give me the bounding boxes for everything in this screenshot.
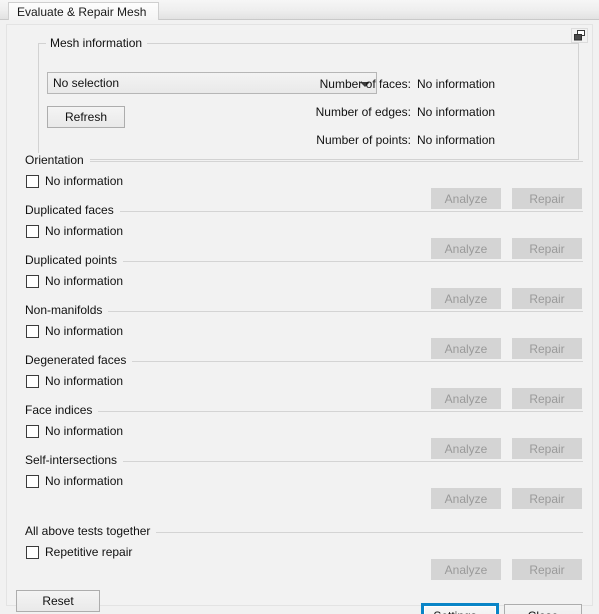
stat-faces-value: No information	[417, 77, 496, 91]
checkbox-box-icon[interactable]	[26, 174, 39, 188]
analyze-button[interactable]: Analyze	[431, 288, 501, 309]
repair-button[interactable]: Repair	[512, 188, 582, 209]
stat-faces-label: Number of faces:	[319, 77, 411, 91]
titlebar: Evaluate & Repair Mesh	[0, 0, 599, 20]
settings-button-label: Settings...	[433, 609, 486, 614]
test-checkbox-label: No information	[45, 474, 124, 488]
test-checkbox-label: No information	[45, 274, 124, 288]
test-checkbox[interactable]: No information	[26, 374, 123, 388]
repair-button-label: Repair	[529, 391, 565, 406]
repair-button[interactable]: Repair	[512, 238, 582, 259]
repair-button[interactable]: Repair	[512, 388, 582, 409]
repair-button-label: Repair	[529, 291, 565, 306]
analyze-button[interactable]: Analyze	[431, 388, 501, 409]
analyze-button-label: Analyze	[444, 291, 488, 306]
repair-button[interactable]: Repair	[512, 288, 582, 309]
refresh-button[interactable]: Refresh	[47, 106, 125, 128]
checkbox-box-icon[interactable]	[26, 545, 39, 559]
repair-button-label: Repair	[529, 562, 565, 577]
evaluate-repair-mesh-panel: Evaluate & Repair Mesh Mesh information …	[0, 0, 599, 614]
analyze-button[interactable]: Analyze	[431, 238, 501, 259]
section-title: All above tests together	[25, 524, 157, 538]
repair-button-label: Repair	[529, 441, 565, 456]
test-checkbox-label: No information	[45, 174, 124, 188]
test-checkbox[interactable]: No information	[26, 224, 123, 238]
analyze-button[interactable]: Analyze	[431, 559, 501, 580]
section-title: Orientation	[25, 153, 90, 167]
reset-button[interactable]: Reset	[16, 590, 100, 612]
test-checkbox[interactable]: Repetitive repair	[26, 545, 132, 559]
reset-button-label: Reset	[42, 594, 74, 608]
checkbox-box-icon[interactable]	[26, 424, 39, 438]
repair-button-label: Repair	[529, 341, 565, 356]
analyze-button[interactable]: Analyze	[431, 188, 501, 209]
test-checkbox-label: No information	[45, 374, 124, 388]
mesh-information-title: Mesh information	[46, 36, 148, 50]
close-button[interactable]: Close	[504, 604, 582, 614]
section-title: Degenerated faces	[25, 353, 133, 367]
close-button-label: Close	[528, 609, 559, 614]
analyze-button-label: Analyze	[444, 241, 488, 256]
test-checkbox[interactable]: No information	[26, 474, 123, 488]
panel-title-label: Evaluate & Repair Mesh	[17, 5, 147, 19]
section-title: Duplicated faces	[25, 203, 120, 217]
section-divider	[25, 311, 583, 312]
panel-body: Mesh information No selection Refresh Nu…	[0, 20, 599, 614]
section-title: Face indices	[25, 403, 99, 417]
panel-title-tab[interactable]: Evaluate & Repair Mesh	[8, 2, 160, 20]
test-checkbox[interactable]: No information	[26, 274, 123, 288]
analyze-button-label: Analyze	[444, 441, 488, 456]
checkbox-box-icon[interactable]	[26, 224, 39, 238]
repair-button[interactable]: Repair	[512, 438, 582, 459]
analyze-button-label: Analyze	[444, 391, 488, 406]
test-checkbox[interactable]: No information	[26, 174, 123, 188]
checkbox-box-icon[interactable]	[26, 324, 39, 338]
section-title: Non-manifolds	[25, 303, 109, 317]
test-checkbox-label: No information	[45, 324, 124, 338]
stat-points-value: No information	[417, 133, 496, 147]
test-checkbox-label: No information	[45, 424, 124, 438]
analyze-button-label: Analyze	[444, 562, 488, 577]
repair-button[interactable]: Repair	[512, 338, 582, 359]
test-checkbox-label: Repetitive repair	[45, 545, 133, 559]
stat-points-label: Number of points:	[316, 133, 411, 147]
repair-button[interactable]: Repair	[512, 488, 582, 509]
analyze-button-label: Analyze	[444, 341, 488, 356]
analyze-button[interactable]: Analyze	[431, 438, 501, 459]
stat-edges-label: Number of edges:	[315, 105, 411, 119]
test-checkbox[interactable]: No information	[26, 324, 123, 338]
section-divider	[25, 161, 583, 162]
test-checkbox-label: No information	[45, 224, 124, 238]
checkbox-box-icon[interactable]	[26, 274, 39, 288]
repair-button-label: Repair	[529, 241, 565, 256]
repair-button-label: Repair	[529, 491, 565, 506]
checkbox-box-icon[interactable]	[26, 374, 39, 388]
float-undock-button[interactable]	[571, 28, 588, 43]
checkbox-box-icon[interactable]	[26, 474, 39, 488]
section-divider	[25, 411, 583, 412]
analyze-button[interactable]: Analyze	[431, 488, 501, 509]
settings-button[interactable]: Settings...	[421, 603, 499, 614]
section-title: Duplicated points	[25, 253, 124, 267]
repair-button-label: Repair	[529, 191, 565, 206]
panel-inner: Mesh information No selection Refresh Nu…	[6, 24, 593, 614]
stat-edges-value: No information	[417, 105, 496, 119]
analyze-button-label: Analyze	[444, 491, 488, 506]
repair-button[interactable]: Repair	[512, 559, 582, 580]
float-undock-icon	[574, 30, 585, 41]
selection-combobox-value: No selection	[53, 76, 120, 90]
section-title: Self-intersections	[25, 453, 124, 467]
refresh-button-label: Refresh	[64, 110, 108, 124]
analyze-button[interactable]: Analyze	[431, 338, 501, 359]
analyze-button-label: Analyze	[444, 191, 488, 206]
test-checkbox[interactable]: No information	[26, 424, 123, 438]
